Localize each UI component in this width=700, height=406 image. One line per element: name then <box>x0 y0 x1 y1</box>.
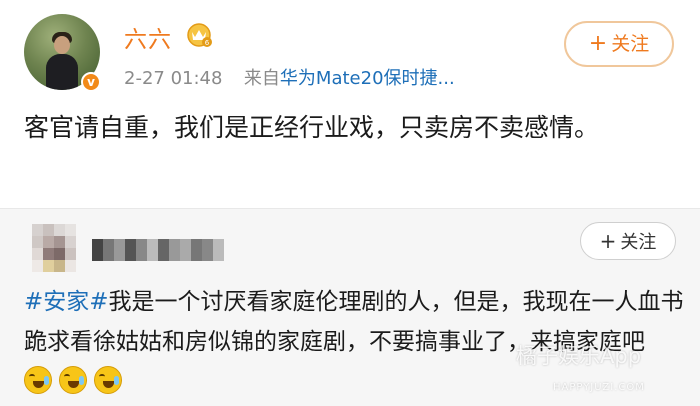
laugh-cry-emoji-icon <box>24 366 52 394</box>
verified-badge-icon: v <box>81 72 101 92</box>
avatar-body <box>46 54 78 90</box>
watermark-logo: 橘子娱乐App <box>516 344 642 368</box>
svg-text:6: 6 <box>205 39 210 47</box>
laugh-cry-emoji-icon <box>94 366 122 394</box>
hashtag-link[interactable]: #安家# <box>24 289 109 315</box>
plus-icon: + <box>599 229 617 253</box>
follow-button-label: 关注 <box>611 33 650 55</box>
plus-icon: + <box>588 31 608 56</box>
post-meta: 2-27 01:48 来自华为Mate20保时捷... <box>124 64 455 90</box>
device-source-link[interactable]: 华为Mate20保时捷... <box>280 68 455 89</box>
username[interactable]: 六六 <box>124 20 172 54</box>
weibo-post: v 六六 6 2-27 01:48 来自华为Mate20保时捷... + 关注 客… <box>0 0 700 205</box>
repost-comment: + 关注 #安家#我是一个讨厌看家庭伦理剧的人，但是，我现在一人血书跪求看徐姑姑和… <box>0 208 700 406</box>
avatar-head <box>54 36 70 54</box>
watermark-url: HAPPYJUZI.COM <box>553 382 645 393</box>
follow-button[interactable]: + 关注 <box>564 21 674 67</box>
source-prefix: 来自 <box>243 68 280 89</box>
pixelated-avatar[interactable] <box>32 224 76 274</box>
avatar[interactable]: v <box>24 14 101 92</box>
weibo-screenshot: v 六六 6 2-27 01:48 来自华为Mate20保时捷... + 关注 客… <box>0 0 700 406</box>
follow-button-label: 关注 <box>620 232 657 253</box>
post-text: 客官请自重，我们是正经行业戏，只卖房不卖感情。 <box>24 113 600 142</box>
crown-icon: 6 <box>187 23 212 47</box>
pixelated-username[interactable] <box>92 239 224 261</box>
laugh-cry-emoji-icon <box>59 366 87 394</box>
follow-button-secondary[interactable]: + 关注 <box>580 222 676 260</box>
timestamp: 2-27 01:48 <box>124 68 223 89</box>
